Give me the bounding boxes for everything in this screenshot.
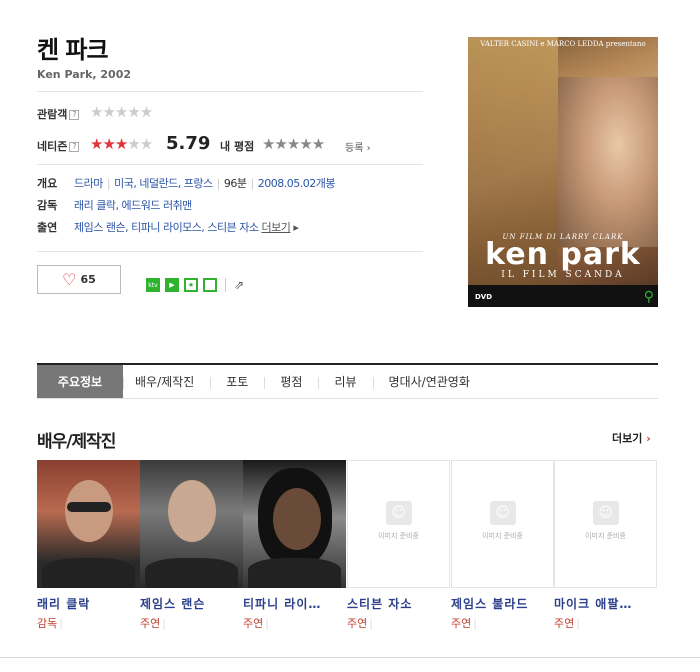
no-image-text: 이미지 준비중 (378, 532, 419, 540)
chevron-right-icon: › (642, 432, 651, 445)
chevron-right-icon: ▸ (290, 221, 299, 234)
country-link[interactable]: 미국, 네덜란드, 프랑스 (114, 177, 213, 190)
person-icon: ☺ (489, 501, 516, 525)
tab-review[interactable]: 리뷰 (318, 365, 372, 398)
cast-more-link[interactable]: 더보기 (262, 221, 291, 234)
cast-role: 주연 | (451, 617, 477, 630)
cast-role: 감독 | (37, 617, 63, 630)
tab-main-info[interactable]: 주요정보 (37, 365, 123, 398)
no-image-text: 이미지 준비중 (585, 532, 626, 540)
audience-rating-label: 관람객? (37, 106, 80, 122)
cast-photo[interactable] (140, 460, 243, 588)
register-rating-link[interactable]: 등록 › (345, 139, 371, 154)
overview-label: 개요 (37, 177, 58, 190)
person-icon: ☺ (592, 501, 619, 525)
cast-photo-placeholder[interactable]: ☺ 이미지 준비중 (347, 460, 450, 588)
star-icon: ★★★ (90, 135, 128, 153)
star-badge-icon[interactable]: ★ (184, 278, 198, 292)
cast-card[interactable]: 제임스 랜슨 주연 | (140, 460, 243, 631)
cast-name[interactable]: 제임스 랜슨 (140, 595, 243, 612)
cast-card[interactable]: 래리 클락 감독 | (37, 460, 140, 631)
cast-card[interactable]: ☺ 이미지 준비중 스티븐 자소 주연 | (347, 460, 450, 631)
cast-card[interactable]: ☺ 이미지 준비중 마이크 애팔… 주연 | (554, 460, 657, 631)
genre-link[interactable]: 드라마 (74, 177, 103, 190)
director-links[interactable]: 래리 클락, 에드워드 러취맨 (74, 197, 192, 213)
cast-name[interactable]: 스티븐 자소 (347, 595, 450, 612)
divider (37, 251, 423, 252)
cast-name[interactable]: 티파니 라이… (243, 595, 346, 612)
cast-photo-placeholder[interactable]: ☺ 이미지 준비중 (554, 460, 657, 588)
poster-bar (468, 285, 658, 307)
release-date-link[interactable]: 2008.05.02개봉 (258, 177, 336, 190)
cast-role: 주연 | (140, 617, 166, 630)
tab-bar: 주요정보 배우/제작진 포토 평점 리뷰 명대사/연관영화 (37, 363, 658, 399)
netizen-rating-label: 네티즌? (37, 138, 80, 154)
divider (37, 164, 423, 165)
poster-art (558, 77, 658, 247)
movie-poster[interactable]: VALTER CASINI e MARCO LEDDA presentano U… (468, 37, 658, 307)
divider (37, 91, 423, 92)
cast-photo-placeholder[interactable]: ☺ 이미지 준비중 (451, 460, 554, 588)
cast-card[interactable]: ☺ 이미지 준비중 제임스 불라드 주연 | (451, 460, 554, 631)
share-icon[interactable]: ⇗ (234, 278, 244, 292)
play-icon[interactable]: ▶ (165, 278, 179, 292)
star-icon: ★★ (127, 135, 153, 153)
tab-quotes-related[interactable]: 명대사/연관영화 (372, 365, 486, 398)
poster-tagline: IL FILM SCANDA (501, 270, 625, 280)
runtime: 96분 (223, 177, 247, 190)
help-icon[interactable]: ? (69, 142, 80, 152)
square-badge-icon[interactable] (203, 278, 217, 292)
cast-link[interactable]: 제임스 랜슨, 티파니 라이모스, 스티븐 자소 (74, 221, 259, 234)
movie-subtitle: Ken Park, 2002 (37, 68, 132, 81)
divider (225, 278, 226, 292)
like-count: 65 (80, 273, 96, 286)
no-image-text: 이미지 준비중 (482, 532, 523, 540)
service-badges: ktv ▶ ★ ⇗ (146, 278, 244, 292)
cast-photo[interactable] (37, 460, 140, 588)
my-rating-stars[interactable]: ★★★★★ (262, 137, 325, 152)
magnifier-icon[interactable]: ⚲ (644, 289, 654, 305)
poster-credit: VALTER CASINI e MARCO LEDDA presentano (480, 40, 646, 48)
tab-rating[interactable]: 평점 (264, 365, 318, 398)
cast-section-title: 배우/제작진 (37, 432, 116, 452)
cast-role: 주연 | (554, 617, 580, 630)
chevron-right-icon: › (366, 143, 371, 154)
poster-logo: ken park (485, 237, 641, 272)
director-label: 감독 (37, 199, 58, 212)
cast-links: 제임스 랜슨, 티파니 라이모스, 스티븐 자소 더보기 ▸ (74, 219, 299, 235)
tab-photo[interactable]: 포토 (210, 365, 264, 398)
cast-name[interactable]: 래리 클락 (37, 595, 140, 612)
cast-more-link[interactable]: 더보기 › (612, 430, 651, 446)
movie-title: 켄 파크 (37, 36, 109, 64)
help-icon[interactable]: ? (69, 110, 80, 120)
tab-cast-crew[interactable]: 배우/제작진 (123, 365, 210, 398)
like-button[interactable]: ♡ 65 (37, 265, 121, 294)
cast-photo[interactable] (243, 460, 346, 588)
divider (0, 657, 700, 658)
my-rating-label: 내 평점 (220, 140, 255, 153)
cast-name[interactable]: 마이크 애팔… (554, 595, 657, 612)
cast-name[interactable]: 제임스 불라드 (451, 595, 554, 612)
ktv-icon[interactable]: ktv (146, 278, 160, 292)
person-icon: ☺ (385, 501, 412, 525)
netizen-stars: ★★★★★ (90, 135, 153, 153)
cast-card[interactable]: 티파니 라이… 주연 | (243, 460, 346, 631)
heart-icon: ♡ (62, 269, 77, 289)
netizen-score: 5.79 (166, 133, 211, 154)
cast-label: 출연 (37, 221, 58, 234)
dvd-icon: DVD (475, 293, 493, 301)
cast-role: 주연 | (243, 617, 269, 630)
overview-values: 드라마 | 미국, 네덜란드, 프랑스 | 96분 | 2008.05.02개봉 (74, 177, 336, 190)
cast-role: 주연 | (347, 617, 373, 630)
audience-stars: ★★★★★ (90, 103, 153, 121)
